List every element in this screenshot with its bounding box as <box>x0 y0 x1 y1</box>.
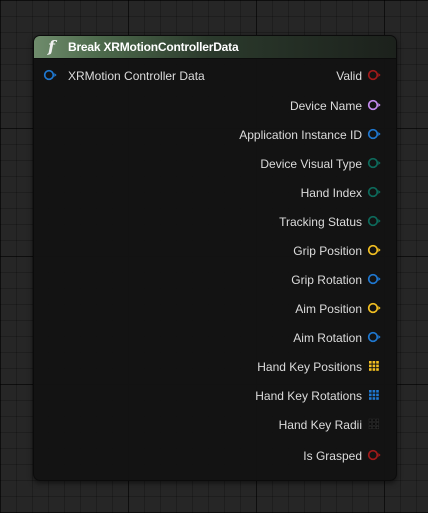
circle-pin-icon <box>367 186 381 198</box>
circle-pin-icon <box>367 273 381 285</box>
output-pin-label-device-visual-type: Device Visual Type <box>260 157 362 171</box>
output-pin-hand-index[interactable] <box>367 185 381 199</box>
node-header[interactable]: f Break XRMotionControllerData <box>34 36 396 59</box>
function-icon: f <box>48 37 55 56</box>
input-pin-label: XRMotion Controller Data <box>68 69 205 83</box>
output-pin-device-visual-type[interactable] <box>367 156 381 170</box>
circle-pin-icon <box>367 69 381 81</box>
output-pin-label-aim-position: Aim Position <box>295 302 362 316</box>
output-pin-tracking-status[interactable] <box>367 214 381 228</box>
output-pin-device-name[interactable] <box>367 98 381 112</box>
circle-pin-icon <box>43 69 57 81</box>
output-pin-label-aim-rotation: Aim Rotation <box>293 331 362 345</box>
circle-pin-icon <box>367 244 381 256</box>
output-pin-label-hand-key-radii: Hand Key Radii <box>278 418 362 432</box>
input-pin-xrmotion-controller-data[interactable] <box>43 68 57 82</box>
output-pin-valid[interactable] <box>367 68 381 82</box>
output-pin-label-grip-rotation: Grip Rotation <box>291 273 362 287</box>
output-pin-grip-rotation[interactable] <box>367 272 381 286</box>
output-pin-hand-key-rotations[interactable] <box>367 388 381 402</box>
circle-pin-icon <box>367 449 381 461</box>
output-pin-aim-rotation[interactable] <box>367 330 381 344</box>
output-pin-label-grip-position: Grip Position <box>293 244 362 258</box>
output-pin-label-hand-key-rotations: Hand Key Rotations <box>255 389 362 403</box>
output-pin-grip-position[interactable] <box>367 243 381 257</box>
output-pin-label-tracking-status: Tracking Status <box>279 215 362 229</box>
output-pin-hand-key-radii[interactable] <box>367 417 381 431</box>
array-pin-icon <box>369 390 379 400</box>
output-pin-label-is-grasped: Is Grasped <box>303 449 362 463</box>
circle-pin-icon <box>367 128 381 140</box>
circle-pin-icon <box>367 99 381 111</box>
array-pin-icon <box>369 361 379 371</box>
output-pin-label-device-name: Device Name <box>289 99 362 113</box>
output-pin-label-application-instance-id: Application Instance ID <box>239 128 362 142</box>
node-title: Break XRMotionControllerData <box>68 40 239 54</box>
circle-pin-icon <box>367 331 381 343</box>
output-pin-aim-position[interactable] <box>367 301 381 315</box>
output-pin-hand-key-positions[interactable] <box>367 359 381 373</box>
array-pin-icon <box>368 418 379 429</box>
output-pin-label-hand-key-positions: Hand Key Positions <box>257 360 362 374</box>
circle-pin-icon <box>367 157 381 169</box>
circle-pin-icon <box>367 215 381 227</box>
output-pin-label-hand-index: Hand Index <box>300 186 362 200</box>
output-pin-is-grasped[interactable] <box>367 448 381 462</box>
output-pin-label-valid: Valid <box>336 69 362 83</box>
circle-pin-icon <box>367 302 381 314</box>
break-node[interactable]: f Break XRMotionControllerData XRMotion … <box>33 35 397 481</box>
output-pin-application-instance-id[interactable] <box>367 127 381 141</box>
